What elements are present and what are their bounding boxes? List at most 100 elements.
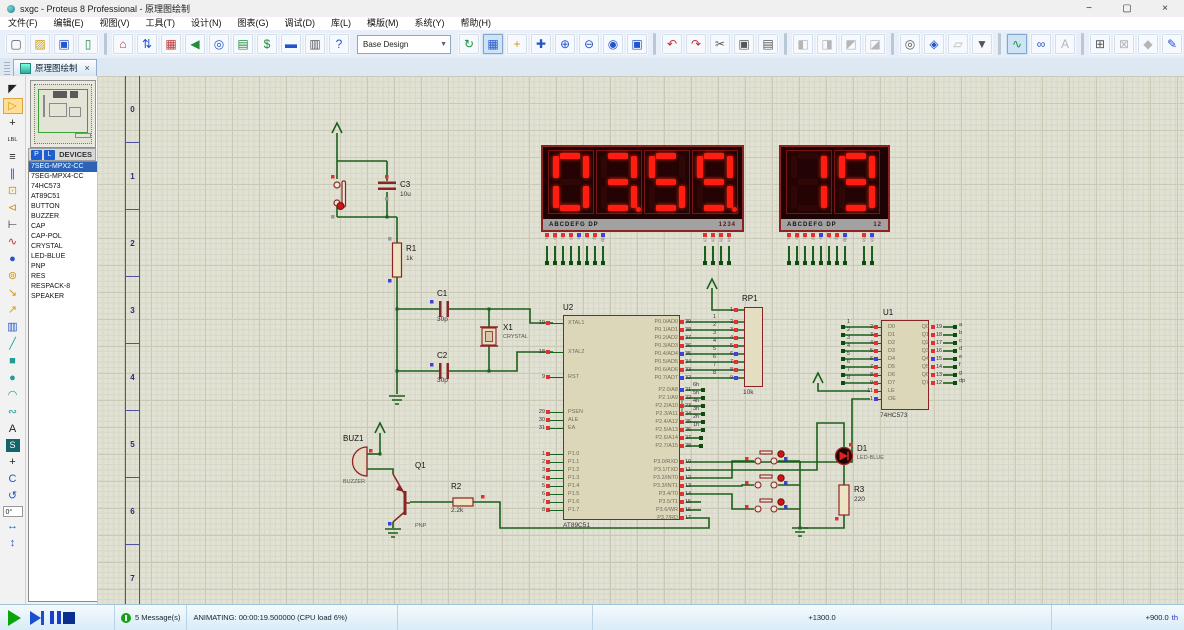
- chip-pin[interactable]: P3.2/INT0 12: [574, 474, 691, 482]
- chip-pin[interactable]: 2 P1.1: [533, 458, 579, 466]
- toolbar-icon[interactable]: ✎: [1161, 33, 1183, 55]
- device-list-item[interactable]: 7SEG-MPX4-CC: [29, 172, 97, 182]
- stop-button[interactable]: [63, 611, 75, 624]
- chip-pin[interactable]: 5 P1.4: [533, 482, 579, 490]
- chip-pin[interactable]: P2.3/A11 24: [574, 410, 691, 418]
- chip-pin[interactable]: P3.7/RD 17: [574, 514, 691, 522]
- toolbar-icon[interactable]: ▯: [77, 33, 99, 55]
- mode-toolbar-icon[interactable]: LBL: [3, 132, 23, 148]
- toolbar-icon[interactable]: ↷: [685, 33, 707, 55]
- mode-toolbar-icon[interactable]: ↘: [3, 285, 23, 301]
- device-list-item[interactable]: CRYSTAL: [29, 242, 97, 252]
- chip-pin[interactable]: Q6 13: [885, 371, 942, 379]
- mode-toolbar-icon[interactable]: S: [5, 439, 20, 452]
- device-list-item[interactable]: BUZZER: [29, 212, 97, 222]
- chip-pin[interactable]: P3.6/WR 16: [574, 506, 691, 514]
- menu-item[interactable]: 系统(Y): [407, 17, 453, 30]
- menu-item[interactable]: 图表(G): [230, 17, 277, 30]
- chip-pin[interactable]: 6: [719, 350, 738, 358]
- toolbar-icon[interactable]: ⌂: [112, 33, 134, 55]
- toolbar-icon[interactable]: ◎: [208, 33, 230, 55]
- mode-toolbar-icon[interactable]: ≡: [3, 149, 23, 165]
- step-button[interactable]: [30, 610, 44, 625]
- chip-pin[interactable]: 1 OE: [861, 395, 896, 403]
- chip-pin[interactable]: 8 P1.7: [533, 506, 579, 514]
- toolbar-icon[interactable]: ▼: [971, 33, 993, 55]
- toolbar-icon[interactable]: ▱: [947, 33, 969, 55]
- chip-pin[interactable]: Q3 16: [885, 347, 942, 355]
- toolbar-icon[interactable]: ?: [328, 33, 350, 55]
- toolbar-icon[interactable]: ∿: [1006, 33, 1028, 55]
- chip-pin[interactable]: 7: [719, 358, 738, 366]
- mode-toolbar-icon[interactable]: ⊢: [3, 217, 23, 233]
- mode-toolbar-icon[interactable]: ■: [3, 353, 23, 369]
- toolbar-icon[interactable]: [891, 33, 894, 55]
- design-selector[interactable]: Base Design ▼: [357, 34, 451, 54]
- resistor-pack-rp1[interactable]: [744, 307, 763, 387]
- chip-pin[interactable]: P3.5/T1 15: [574, 498, 691, 506]
- schematic-overview[interactable]: [30, 80, 96, 148]
- mode-toolbar-icon[interactable]: ⊲: [3, 200, 23, 216]
- toolbar-icon[interactable]: ▣: [626, 33, 648, 55]
- mode-toolbar-icon[interactable]: ●: [3, 251, 23, 267]
- toolbar-icon[interactable]: ✚: [530, 33, 552, 55]
- mode-toolbar-icon[interactable]: ⊡: [3, 183, 23, 199]
- chip-pin[interactable]: P3.3/INT1 13: [574, 482, 691, 490]
- chip-pin[interactable]: Q1 18: [885, 331, 942, 339]
- library-manager-button[interactable]: L: [44, 149, 55, 160]
- mode-toolbar-icon[interactable]: ╱: [3, 336, 23, 352]
- toolbar-icon[interactable]: ▤: [232, 33, 254, 55]
- mode-toolbar-icon[interactable]: C: [3, 471, 23, 487]
- menu-item[interactable]: 模版(M): [359, 17, 407, 30]
- menu-item[interactable]: 文件(F): [0, 17, 46, 30]
- toolbar-icon[interactable]: ▣: [733, 33, 755, 55]
- toolbar-icon[interactable]: ⊕: [554, 33, 576, 55]
- chip-pin[interactable]: 4: [719, 334, 738, 342]
- chip-pin[interactable]: P0.5/AD5 34: [574, 358, 691, 366]
- chip-pin[interactable]: P3.1/TXD 11: [574, 466, 691, 474]
- mode-toolbar-icon[interactable]: ▷: [2, 98, 23, 114]
- toolbar-icon[interactable]: ▢: [5, 33, 27, 55]
- toolbar-icon[interactable]: [998, 33, 1001, 55]
- toolbar-icon[interactable]: ↶: [661, 33, 683, 55]
- device-list-item[interactable]: LED-BLUE: [29, 252, 97, 262]
- chip-pin[interactable]: P2.4/A12 25: [574, 418, 691, 426]
- menu-item[interactable]: 工具(T): [138, 17, 184, 30]
- toolbar-icon[interactable]: ∞: [1030, 33, 1052, 55]
- chip-pin[interactable]: P2.2/A10 23: [574, 402, 691, 410]
- device-list-item[interactable]: BUTTON: [29, 202, 97, 212]
- toolbar-icon[interactable]: ◨: [816, 33, 838, 55]
- chip-pin[interactable]: 8: [719, 366, 738, 374]
- chip-pin[interactable]: P0.7/AD7 32: [574, 374, 691, 382]
- chip-pin[interactable]: Q0 19: [885, 323, 942, 331]
- device-list-item[interactable]: 7SEG-MPX2-CC: [29, 162, 97, 172]
- toolbar-icon[interactable]: ↻: [458, 33, 480, 55]
- mode-toolbar-icon[interactable]: ∾: [3, 404, 23, 420]
- pick-device-button[interactable]: P: [31, 149, 42, 160]
- toolbar-icon[interactable]: [104, 33, 107, 55]
- toolbar-icon[interactable]: ⊞: [1089, 33, 1111, 55]
- chip-pin[interactable]: 2: [719, 318, 738, 326]
- mode-toolbar-icon[interactable]: ↕: [3, 535, 23, 551]
- chip-pin[interactable]: P0.4/AD4 35: [574, 350, 691, 358]
- toolbar-icon[interactable]: ◎: [899, 33, 921, 55]
- toolbar-icon[interactable]: A: [1054, 33, 1076, 55]
- device-list-item[interactable]: SPEAKER: [29, 292, 97, 302]
- chip-pin[interactable]: 5: [719, 342, 738, 350]
- play-button[interactable]: [8, 609, 21, 626]
- mode-toolbar-icon[interactable]: ↔: [3, 518, 23, 534]
- chip-pin[interactable]: P3.0/RXD 10: [574, 458, 692, 466]
- toolbar-icon[interactable]: +: [506, 33, 528, 55]
- menu-item[interactable]: 帮助(H): [453, 17, 500, 30]
- toolbar-icon[interactable]: ⊖: [578, 33, 600, 55]
- toolbar-icon[interactable]: ▦: [160, 33, 182, 55]
- chip-pin[interactable]: Q7 12: [885, 379, 942, 387]
- 7seg-display-2digit[interactable]: ABCDEFG DP 12: [779, 145, 890, 232]
- toolbar-icon[interactable]: ✂: [709, 33, 731, 55]
- chip-pin[interactable]: P2.5/A13 26: [574, 426, 691, 434]
- schematic-canvas[interactable]: 01234567 ABCDEFG DP 1234 ABCDEFG DP 12 a…: [97, 76, 1184, 605]
- chip-pin[interactable]: 1 P1.0: [533, 450, 579, 458]
- pause-button[interactable]: [50, 611, 54, 624]
- mode-toolbar-icon[interactable]: +: [3, 454, 23, 470]
- mode-toolbar-icon[interactable]: ⊚: [3, 268, 23, 284]
